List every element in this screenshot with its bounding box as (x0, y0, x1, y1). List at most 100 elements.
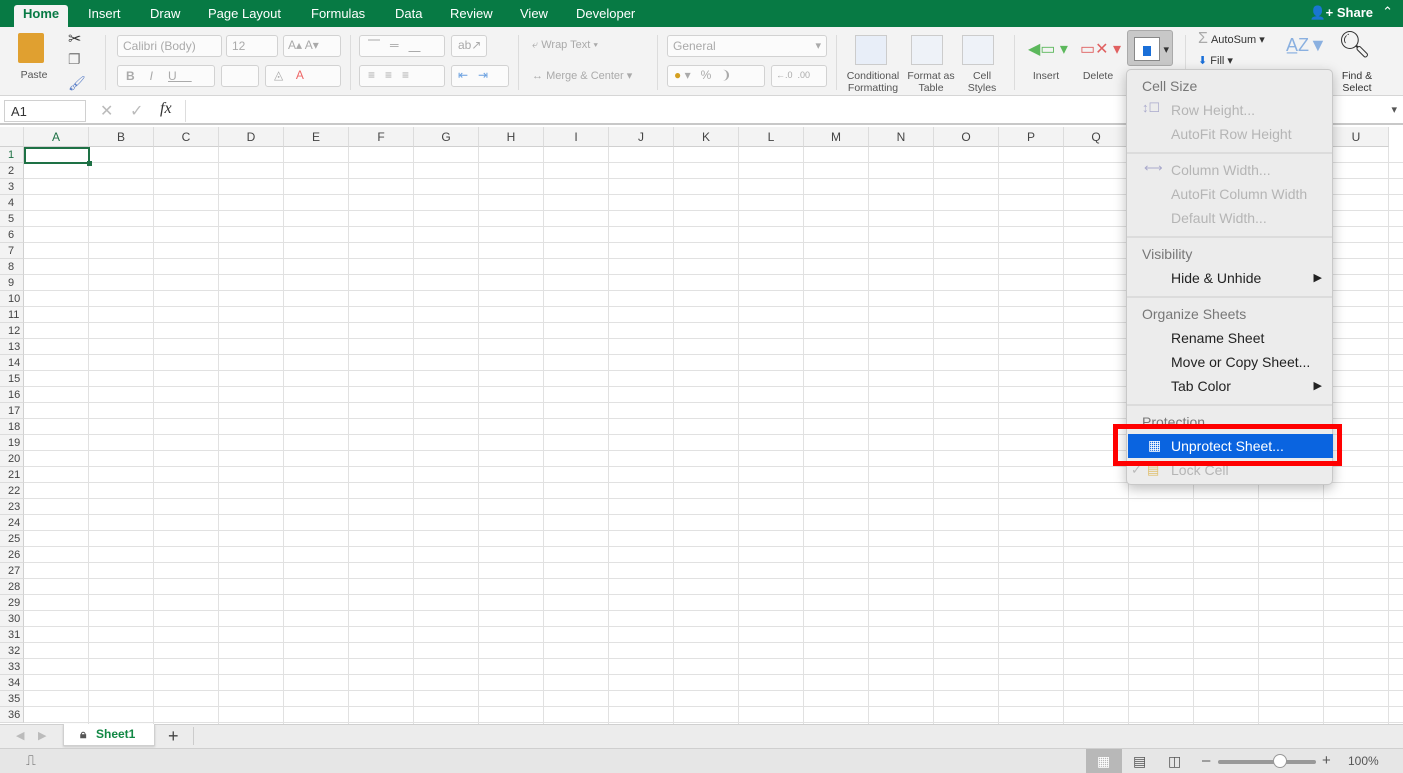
indent-buttons[interactable]: ⇤ ⇥ (451, 65, 509, 87)
row-header-32[interactable]: 32 (0, 643, 24, 659)
column-header-l[interactable]: L (739, 127, 804, 147)
row-header-30[interactable]: 30 (0, 611, 24, 627)
tab-review[interactable]: Review (441, 5, 502, 27)
row-header-26[interactable]: 26 (0, 547, 24, 563)
delete-button[interactable]: Delete (1078, 70, 1118, 82)
column-header-p[interactable]: P (999, 127, 1064, 147)
row-header-31[interactable]: 31 (0, 627, 24, 643)
row-header-24[interactable]: 24 (0, 515, 24, 531)
tab-home[interactable]: Home (14, 5, 69, 27)
row-header-29[interactable]: 29 (0, 595, 24, 611)
row-header-25[interactable]: 25 (0, 531, 24, 547)
share-button[interactable]: 👤+ Share (1309, 5, 1373, 21)
zoom-slider-knob[interactable] (1273, 754, 1287, 768)
cut-icon[interactable]: ✂ (68, 29, 81, 49)
column-header-b[interactable]: B (89, 127, 154, 147)
enter-icon[interactable]: ✓ (130, 101, 143, 121)
number-format-select[interactable]: General ▾ (667, 35, 827, 57)
menu-item-move-copy-sheet[interactable]: Move or Copy Sheet... (1171, 354, 1310, 370)
row-header-33[interactable]: 33 (0, 659, 24, 675)
column-header-f[interactable]: F (349, 127, 414, 147)
column-header-q[interactable]: Q (1064, 127, 1129, 147)
column-header-e[interactable]: E (284, 127, 349, 147)
prev-sheet-icon[interactable]: ◀ (16, 729, 24, 742)
format-as-table-button[interactable]: Format as Table (906, 70, 956, 94)
format-painter-icon[interactable]: 🖌 (68, 75, 86, 92)
row-header-6[interactable]: 6 (0, 227, 24, 243)
row-header-35[interactable]: 35 (0, 691, 24, 707)
row-header-19[interactable]: 19 (0, 435, 24, 451)
next-sheet-icon[interactable]: ▶ (38, 729, 46, 742)
vertical-align-buttons[interactable]: ⎺ ═ ⎽ (359, 35, 445, 57)
row-header-2[interactable]: 2 (0, 163, 24, 179)
row-header-20[interactable]: 20 (0, 451, 24, 467)
fill-font-color-buttons[interactable]: ◬ A (265, 65, 341, 87)
column-header-c[interactable]: C (154, 127, 219, 147)
column-header-h[interactable]: H (479, 127, 544, 147)
zoom-slider[interactable] (1218, 760, 1316, 764)
cell-styles-icon[interactable] (962, 35, 994, 65)
menu-item-column-width[interactable]: Column Width... (1171, 162, 1271, 178)
selected-cell[interactable] (24, 147, 90, 164)
menu-item-rename-sheet[interactable]: Rename Sheet (1171, 330, 1264, 346)
row-header-34[interactable]: 34 (0, 675, 24, 691)
tab-formulas[interactable]: Formulas (302, 5, 374, 27)
select-all-corner[interactable] (0, 127, 24, 147)
find-select-button[interactable]: Find & Select (1337, 70, 1377, 94)
decimal-buttons[interactable]: ←.0 .00 (771, 65, 827, 87)
name-box[interactable]: A1 (4, 100, 86, 122)
macro-record-icon[interactable]: ⎍ (26, 752, 36, 769)
sort-filter-icon[interactable]: A̲Z▼ (1286, 35, 1327, 56)
font-size-select[interactable]: 12 (226, 35, 278, 57)
zoom-out-button[interactable]: – (1202, 752, 1210, 769)
menu-item-default-width[interactable]: Default Width... (1171, 210, 1267, 226)
row-header-27[interactable]: 27 (0, 563, 24, 579)
row-header-15[interactable]: 15 (0, 371, 24, 387)
paste-button[interactable]: Paste (14, 69, 54, 81)
cell-styles-button[interactable]: Cell Styles (962, 70, 1002, 94)
column-header-g[interactable]: G (414, 127, 479, 147)
row-header-16[interactable]: 16 (0, 387, 24, 403)
tab-data[interactable]: Data (386, 5, 431, 27)
column-header-n[interactable]: N (869, 127, 934, 147)
paste-icon[interactable] (18, 33, 44, 63)
column-header-i[interactable]: I (544, 127, 609, 147)
row-header-28[interactable]: 28 (0, 579, 24, 595)
sheet-tab-sheet1[interactable]: 🔒︎ Sheet1 (63, 724, 155, 746)
page-layout-view-button[interactable]: ▤ (1133, 753, 1146, 770)
borders-button[interactable] (221, 65, 259, 87)
add-sheet-button[interactable]: + (168, 726, 179, 747)
row-header-14[interactable]: 14 (0, 355, 24, 371)
row-header-13[interactable]: 13 (0, 339, 24, 355)
column-header-u[interactable]: U (1324, 127, 1389, 147)
column-header-a[interactable]: A (24, 127, 89, 147)
tab-page-layout[interactable]: Page Layout (199, 5, 290, 27)
column-header-j[interactable]: J (609, 127, 674, 147)
copy-icon[interactable]: ❐ (68, 51, 81, 68)
collapse-ribbon-icon[interactable]: ⌃ (1382, 4, 1393, 20)
wrap-text-button[interactable]: ⤶ Wrap Text ▾ (532, 39, 598, 52)
row-header-4[interactable]: 4 (0, 195, 24, 211)
tab-view[interactable]: View (511, 5, 557, 27)
insert-cells-icon[interactable]: ◀▭ ▾ (1028, 39, 1068, 59)
row-header-8[interactable]: 8 (0, 259, 24, 275)
row-header-3[interactable]: 3 (0, 179, 24, 195)
search-icon[interactable]: 🔍︎ (1338, 29, 1371, 60)
row-header-18[interactable]: 18 (0, 419, 24, 435)
font-size-adjust[interactable]: A▴ A▾ (283, 35, 341, 57)
cancel-icon[interactable]: ✕ (100, 101, 113, 121)
column-header-k[interactable]: K (674, 127, 739, 147)
expand-formula-icon[interactable]: ▾ (1391, 103, 1397, 116)
column-header-m[interactable]: M (804, 127, 869, 147)
row-header-12[interactable]: 12 (0, 323, 24, 339)
zoom-in-button[interactable]: + (1322, 752, 1331, 769)
merge-center-button[interactable]: ↔ Merge & Center ▾ (532, 69, 632, 82)
page-break-view-button[interactable]: ◫ (1168, 753, 1181, 770)
tab-draw[interactable]: Draw (141, 5, 189, 27)
conditional-formatting-icon[interactable] (855, 35, 887, 65)
delete-cells-icon[interactable]: ▭✕ ▾ (1080, 39, 1121, 59)
row-header-10[interactable]: 10 (0, 291, 24, 307)
menu-item-hide-unhide[interactable]: Hide & Unhide (1171, 270, 1261, 286)
row-header-5[interactable]: 5 (0, 211, 24, 227)
horizontal-align-buttons[interactable]: ≡ ≡ ≡ (359, 65, 445, 87)
